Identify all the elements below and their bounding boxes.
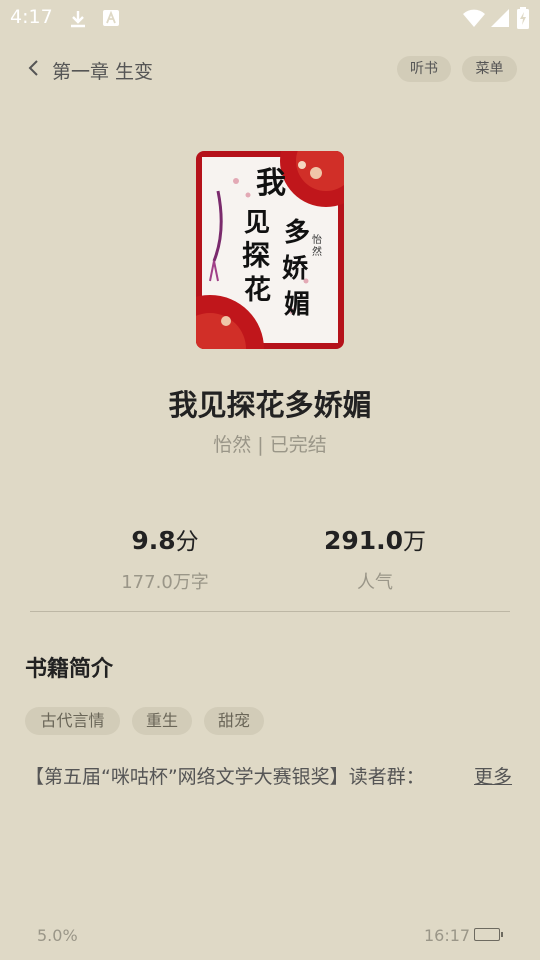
reader-header: 第一章 生变 听书 菜单	[0, 48, 540, 92]
divider	[30, 611, 510, 612]
back-chevron-icon[interactable]	[24, 56, 44, 80]
score-unit: 分	[175, 529, 199, 555]
footer-clock: 16:17	[424, 926, 471, 945]
listen-button[interactable]: 听书	[397, 56, 451, 82]
svg-text:探: 探	[242, 239, 270, 272]
score-stat: 9.8分 177.0万字	[80, 522, 250, 594]
popularity-number: 291.0	[323, 526, 404, 555]
svg-text:娇: 娇	[282, 254, 309, 284]
tag-chip[interactable]: 重生	[132, 707, 192, 735]
wifi-icon	[463, 9, 485, 27]
svg-text:我: 我	[256, 166, 286, 201]
intro-section-title: 书籍简介	[25, 657, 114, 682]
cover-title-art: 我 见 探 花 多 娇 媚 怡 然	[242, 166, 322, 320]
tag-chip[interactable]: 甜宠	[204, 707, 264, 735]
tag-chip[interactable]: 古代言情	[25, 707, 120, 735]
svg-text:媚: 媚	[284, 290, 310, 320]
svg-text:见: 见	[244, 208, 270, 238]
score-value: 9.8分	[80, 522, 250, 556]
book-author-status: 怡然 | 已完结	[213, 434, 327, 456]
chapter-title: 第一章 生变	[52, 61, 154, 83]
svg-text:然: 然	[312, 245, 322, 258]
svg-text:多: 多	[284, 218, 310, 248]
popularity-stat: 291.0万 人气	[290, 522, 460, 594]
popularity-unit: 万	[403, 529, 427, 555]
popularity-label: 人气	[357, 572, 393, 593]
score-number: 9.8	[131, 526, 176, 555]
status-bar: 4:17	[0, 0, 540, 36]
svg-text:怡: 怡	[312, 233, 322, 246]
book-cover[interactable]: 我 见 探 花 多 娇 媚 怡 然	[196, 151, 344, 349]
book-title: 我见探花多娇媚	[168, 388, 372, 422]
a-badge-icon	[103, 10, 119, 26]
popularity-value: 291.0万	[290, 522, 460, 556]
intro-text: 【第五届“咪咕杯”网络文学大赛银奖】读者群：	[25, 766, 425, 788]
battery-charging-icon	[517, 7, 529, 29]
more-link[interactable]: 更多	[474, 762, 512, 789]
battery-icon	[474, 928, 503, 941]
menu-button[interactable]: 菜单	[462, 56, 517, 82]
word-count: 177.0万字	[121, 572, 209, 593]
download-icon	[71, 11, 85, 28]
svg-text:花: 花	[244, 275, 271, 306]
signal-icon	[491, 9, 509, 27]
status-time: 4:17	[10, 6, 53, 28]
reading-progress: 5.0%	[37, 926, 78, 945]
